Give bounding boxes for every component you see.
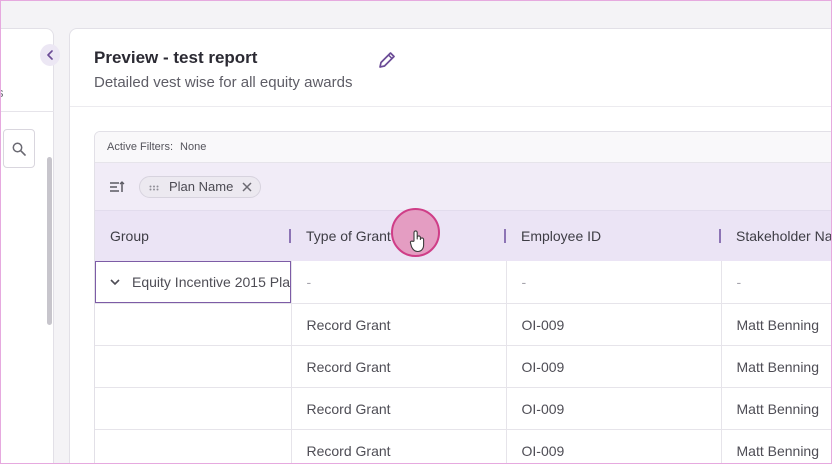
table-cell: Matt Benning xyxy=(721,303,832,346)
column-header-label: Employee ID xyxy=(521,228,602,244)
chevron-left-icon xyxy=(47,50,53,60)
table-cell: - xyxy=(721,261,832,304)
table-row[interactable]: Record Grant OI-009 Matt Benning xyxy=(95,429,832,464)
edit-report-button[interactable] xyxy=(376,49,398,71)
sidebar-clipped-text: s xyxy=(0,85,4,100)
table-cell: OI-009 xyxy=(506,387,722,430)
table-cell: - xyxy=(291,261,507,304)
table-cell: Matt Benning xyxy=(721,429,832,464)
table-cell: Record Grant xyxy=(291,429,507,464)
group-cell[interactable]: Equity Incentive 2015 Pla xyxy=(95,261,292,304)
column-header-employee-id[interactable]: Employee ID xyxy=(506,211,721,261)
sidebar-divider xyxy=(0,111,54,112)
column-header-label: Group xyxy=(110,228,149,244)
table-row[interactable]: Record Grant OI-009 Matt Benning xyxy=(95,303,832,346)
column-header-label: Stakeholder Nam xyxy=(736,228,832,244)
table-cell: OI-009 xyxy=(506,303,722,346)
search-button[interactable] xyxy=(3,129,35,168)
group-cell-empty xyxy=(95,429,292,464)
table-cell: OI-009 xyxy=(506,345,722,388)
column-header-label: Type of Grant xyxy=(306,228,391,244)
column-header-stakeholder-name[interactable]: Stakeholder Nam xyxy=(721,211,832,261)
table-cell: Matt Benning xyxy=(721,387,832,430)
collapse-sidebar-button[interactable] xyxy=(40,44,60,66)
page-subtitle: Detailed vest wise for all equity awards xyxy=(94,74,353,91)
close-icon[interactable] xyxy=(242,181,252,192)
table-cell: Matt Benning xyxy=(721,345,832,388)
report-table-container: Active Filters: None Plan Name Group Typ… xyxy=(94,131,832,464)
search-icon xyxy=(12,142,26,156)
header-divider xyxy=(70,106,832,107)
table-cell: - xyxy=(506,261,722,304)
group-toggle[interactable]: Equity Incentive 2015 Pla xyxy=(95,261,290,303)
sidebar-scrollbar[interactable] xyxy=(47,157,52,325)
report-preview-card: Preview - test report Detailed vest wise… xyxy=(69,28,832,464)
table-cell: Record Grant xyxy=(291,345,507,388)
report-table: Group Type of Grant Employee ID Stakehol… xyxy=(95,211,832,464)
active-filters-label: Active Filters: xyxy=(107,141,174,153)
drag-handle-icon[interactable] xyxy=(149,179,159,194)
sort-lines-icon[interactable] xyxy=(110,180,125,193)
active-filters-bar: Active Filters: None xyxy=(95,132,832,163)
chevron-down-icon[interactable] xyxy=(110,278,120,286)
group-cell-empty xyxy=(95,303,292,346)
hand-pointer-icon xyxy=(409,230,425,253)
table-row[interactable]: Record Grant OI-009 Matt Benning xyxy=(95,345,832,388)
table-cell: Record Grant xyxy=(291,303,507,346)
active-filters-value: None xyxy=(180,141,207,153)
column-header-group[interactable]: Group xyxy=(95,211,291,261)
table-cell: Record Grant xyxy=(291,387,507,430)
page-title: Preview - test report xyxy=(94,48,258,67)
table-header-row: Group Type of Grant Employee ID Stakehol… xyxy=(95,211,832,261)
pencil-icon xyxy=(379,52,395,68)
group-label: Equity Incentive 2015 Pla xyxy=(132,274,290,290)
left-sidebar-panel: s xyxy=(0,28,54,464)
table-row[interactable]: Record Grant OI-009 Matt Benning xyxy=(95,387,832,430)
table-cell: OI-009 xyxy=(506,429,722,464)
group-by-chip[interactable]: Plan Name xyxy=(139,175,262,198)
group-by-chip-label: Plan Name xyxy=(169,179,234,194)
group-cell-empty xyxy=(95,387,292,430)
group-row[interactable]: Equity Incentive 2015 Pla - - - xyxy=(95,261,832,304)
group-cell-empty xyxy=(95,345,292,388)
grouping-bar: Plan Name xyxy=(95,163,832,211)
